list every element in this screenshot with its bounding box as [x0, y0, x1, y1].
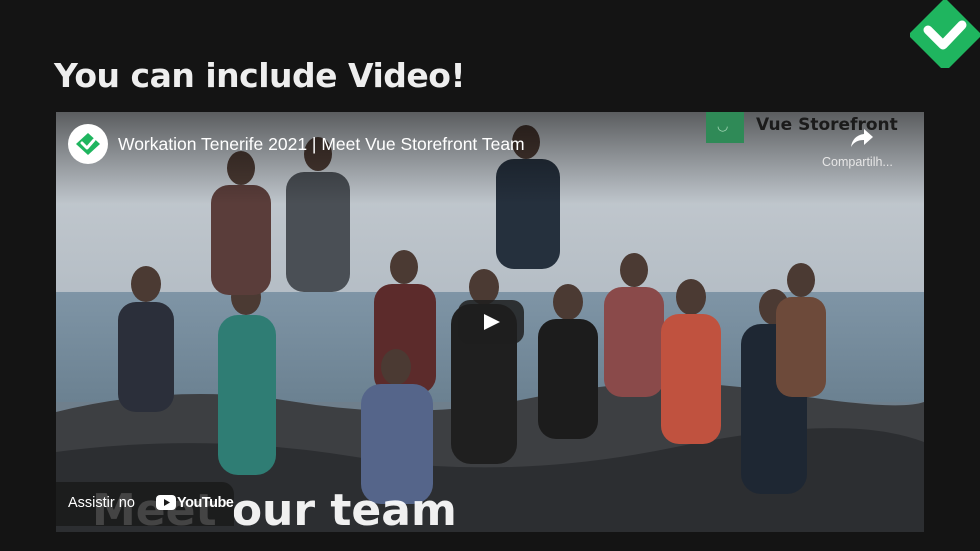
play-icon	[484, 314, 500, 330]
play-button[interactable]	[458, 300, 524, 344]
page-title: You can include Video!	[54, 56, 466, 95]
video-title[interactable]: Workation Tenerife 2021 | Meet Vue Store…	[118, 134, 525, 155]
watch-on-label: Assistir no	[68, 495, 135, 511]
share-button[interactable]: Compartilh...	[822, 128, 904, 172]
video-player[interactable]: Workation Tenerife 2021 | Meet Vue Store…	[56, 112, 924, 532]
corner-logo-icon	[908, 0, 980, 72]
youtube-logo-icon: YouTube	[156, 495, 234, 513]
youtube-wordmark: YouTube	[177, 495, 234, 511]
vue-storefront-avatar-icon[interactable]	[68, 124, 108, 164]
brand-bag-icon: ◡	[706, 112, 744, 143]
share-arrow-icon	[851, 129, 873, 147]
share-label: Compartilh...	[822, 155, 893, 169]
watch-on-youtube-button[interactable]: Assistir no YouTube	[56, 482, 234, 526]
